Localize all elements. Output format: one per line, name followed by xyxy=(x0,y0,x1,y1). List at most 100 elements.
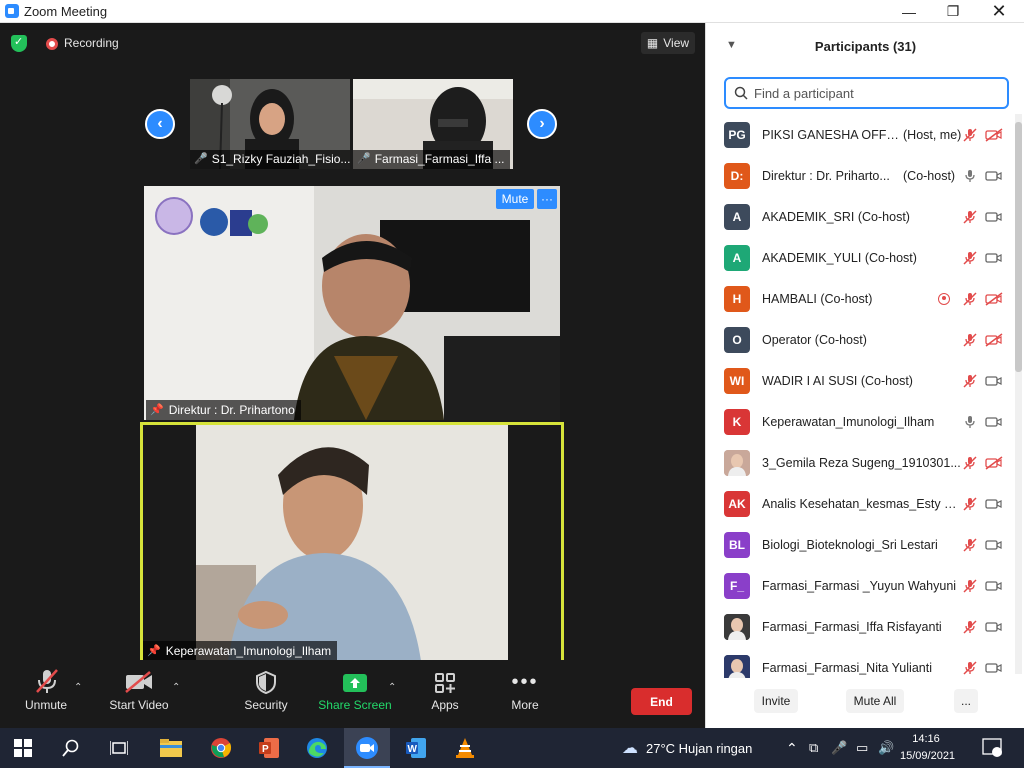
participant-row[interactable]: A AKADEMIK_SRI (Co-host) xyxy=(706,196,1016,237)
participant-row[interactable]: BL Biologi_Bioteknologi_Sri Lestari xyxy=(706,524,1016,565)
video-off-icon[interactable] xyxy=(985,127,1003,142)
security-shield-icon xyxy=(255,660,277,698)
recording-label[interactable]: Recording xyxy=(64,36,119,50)
show-hidden-icons[interactable]: ⌃ xyxy=(786,728,798,768)
video-off-icon[interactable] xyxy=(985,291,1003,306)
audio-options-caret-icon[interactable]: ⌃ xyxy=(74,682,82,693)
participant-name: S1_Rizky Fauziah_Fisio... xyxy=(211,152,350,166)
video-icon[interactable] xyxy=(985,579,1003,593)
mic-muted-icon[interactable] xyxy=(963,619,977,634)
edge-button[interactable] xyxy=(294,728,340,768)
participant-name: AKADEMIK_SRI (Co-host) xyxy=(762,209,910,224)
video-icon[interactable] xyxy=(985,497,1003,511)
video-off-icon[interactable] xyxy=(985,332,1003,347)
mic-muted-icon[interactable] xyxy=(963,373,977,388)
participant-row[interactable]: 3_Gemila Reza Sugeng_1910301... xyxy=(706,442,1016,483)
participant-row[interactable]: A AKADEMIK_YULI (Co-host) xyxy=(706,237,1016,278)
participant-row[interactable]: Farmasi_Farmasi_Nita Yulianti xyxy=(706,647,1016,678)
mic-muted-icon[interactable] xyxy=(963,537,977,552)
gallery-thumbnail[interactable]: 🎤 S1_Rizky Fauziah_Fisio... xyxy=(190,79,350,169)
mic-muted-icon[interactable] xyxy=(963,332,977,347)
weather-widget[interactable]: ☁ 27°C Hujan ringan xyxy=(622,728,752,768)
clock-date: 15/09/2021 xyxy=(900,750,956,762)
mic-muted-icon[interactable] xyxy=(963,209,977,224)
mic-muted-icon[interactable] xyxy=(963,578,977,593)
participant-list-scrollbar[interactable] xyxy=(1015,114,1022,674)
participant-search[interactable] xyxy=(724,77,1009,109)
participant-name: Operator (Co-host) xyxy=(762,332,867,347)
meet-now-icon[interactable]: ⧉ xyxy=(809,728,818,768)
participant-row[interactable]: AK Analis Kesehatan_kesmas_Esty B... xyxy=(706,483,1016,524)
participant-row[interactable]: PG PIKSI GANESHA OFFI... (Host, me) xyxy=(706,114,1016,155)
participant-row[interactable]: D: Direktur : Dr. Priharto... (Co-host) xyxy=(706,155,1016,196)
mic-muted-icon[interactable] xyxy=(963,660,977,675)
video-options-caret-icon[interactable]: ⌃ xyxy=(172,682,180,693)
unmute-button[interactable]: Unmute xyxy=(14,660,78,728)
view-button[interactable]: ▦ View xyxy=(641,32,695,54)
mic-icon[interactable] xyxy=(963,169,977,183)
mute-participant-button[interactable]: Mute xyxy=(496,189,534,209)
participant-row[interactable]: K Keperawatan_Imunologi_Ilham xyxy=(706,401,1016,442)
share-options-caret-icon[interactable]: ⌃ xyxy=(388,682,396,693)
clock[interactable]: 14:16 15/09/2021 xyxy=(900,731,956,765)
participant-row[interactable]: H HAMBALI (Co-host) xyxy=(706,278,1016,319)
end-meeting-button[interactable]: End xyxy=(631,688,692,715)
taskbar-search-button[interactable] xyxy=(48,728,94,768)
mic-muted-icon[interactable] xyxy=(963,291,977,306)
mic-muted-icon[interactable] xyxy=(963,127,977,142)
task-view-button[interactable] xyxy=(96,728,142,768)
start-video-button[interactable]: Start Video xyxy=(104,660,174,728)
mic-icon[interactable] xyxy=(963,415,977,429)
more-button[interactable]: ••• More xyxy=(505,660,545,728)
participant-row[interactable]: Farmasi_Farmasi_Iffa Risfayanti xyxy=(706,606,1016,647)
mic-muted-icon[interactable] xyxy=(963,496,977,511)
mic-muted-icon[interactable] xyxy=(963,455,977,470)
video-icon[interactable] xyxy=(985,374,1003,388)
chrome-button[interactable] xyxy=(198,728,244,768)
participant-row[interactable]: O Operator (Co-host) xyxy=(706,319,1016,360)
volume-icon[interactable]: 🔊 xyxy=(878,728,894,768)
collapse-chevron-icon[interactable]: ▼ xyxy=(726,39,737,51)
network-icon[interactable]: ▭ xyxy=(856,728,868,768)
start-button[interactable] xyxy=(0,728,46,768)
mic-muted-icon[interactable] xyxy=(963,250,977,265)
speaker-video-tile[interactable]: Mute ··· 📌 Direktur : Dr. Prihartono xyxy=(144,186,560,420)
powerpoint-icon: P xyxy=(259,738,279,758)
invite-button[interactable]: Invite xyxy=(754,689,798,713)
participant-row[interactable]: WI WADIR I AI SUSI (Co-host) xyxy=(706,360,1016,401)
active-speaker-video-tile[interactable]: 📌 Keperawatan_Imunologi_Ilham xyxy=(140,422,564,664)
notifications-button[interactable]: 1 xyxy=(982,728,1004,768)
video-icon[interactable] xyxy=(985,661,1003,675)
video-icon[interactable] xyxy=(985,415,1003,429)
file-explorer-button[interactable] xyxy=(148,728,194,768)
video-icon[interactable] xyxy=(985,620,1003,634)
video-icon[interactable] xyxy=(985,251,1003,265)
next-page-button[interactable]: › xyxy=(527,109,557,139)
participant-row[interactable]: F_ Farmasi_Farmasi _Yuyun Wahyuni xyxy=(706,565,1016,606)
participants-more-button[interactable]: ... xyxy=(954,689,978,713)
video-icon[interactable] xyxy=(985,538,1003,552)
search-input[interactable] xyxy=(754,85,994,101)
encryption-shield-icon[interactable] xyxy=(11,35,27,52)
vlc-button[interactable] xyxy=(442,728,488,768)
security-button[interactable]: Security xyxy=(238,660,294,728)
video-icon[interactable] xyxy=(985,210,1003,224)
previous-page-button[interactable]: ‹ xyxy=(145,109,175,139)
gallery-thumbnail[interactable]: 🎤 Farmasi_Farmasi_Iffa ... xyxy=(353,79,513,169)
participant-name: WADIR I AI SUSI (Co-host) xyxy=(762,373,913,388)
maximize-button[interactable]: ❐ xyxy=(930,0,976,23)
video-icon[interactable] xyxy=(985,169,1003,183)
pin-icon: 📌 xyxy=(147,645,161,657)
microphone-tray-icon[interactable]: 🎤 xyxy=(831,728,847,768)
share-screen-button[interactable]: Share Screen xyxy=(316,660,394,728)
close-button[interactable]: ✕ xyxy=(976,0,1022,23)
powerpoint-button[interactable]: P xyxy=(246,728,292,768)
apps-button[interactable]: Apps xyxy=(424,660,466,728)
word-button[interactable]: W xyxy=(393,728,439,768)
video-off-icon[interactable] xyxy=(985,455,1003,470)
scrollbar-thumb[interactable] xyxy=(1015,122,1022,372)
minimize-button[interactable]: — xyxy=(886,0,932,23)
more-options-button[interactable]: ··· xyxy=(537,189,557,209)
zoom-taskbar-button[interactable] xyxy=(344,728,390,768)
mute-all-button[interactable]: Mute All xyxy=(846,689,904,713)
